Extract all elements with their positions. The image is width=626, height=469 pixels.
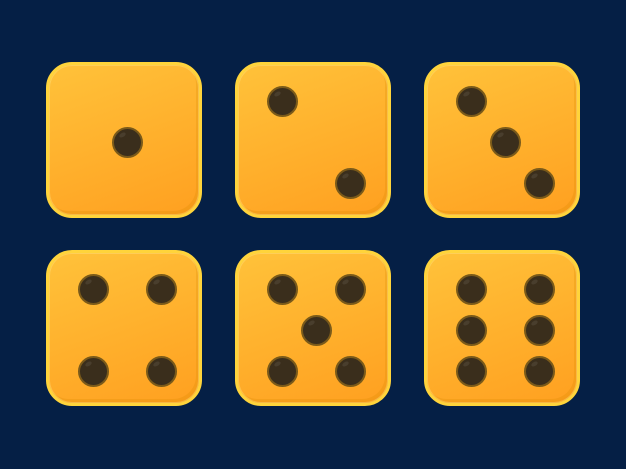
pip bbox=[111, 126, 143, 158]
pip bbox=[77, 355, 109, 387]
die-five bbox=[235, 250, 391, 406]
pip bbox=[300, 314, 332, 346]
die-four bbox=[46, 250, 202, 406]
pip bbox=[455, 355, 487, 387]
pip bbox=[523, 355, 555, 387]
die-one bbox=[46, 62, 202, 218]
pip bbox=[145, 355, 177, 387]
pip bbox=[523, 314, 555, 346]
pip bbox=[489, 126, 521, 158]
pip bbox=[77, 273, 109, 305]
pip bbox=[334, 167, 366, 199]
pip bbox=[266, 273, 298, 305]
pip bbox=[145, 273, 177, 305]
pip bbox=[266, 355, 298, 387]
die-two bbox=[235, 62, 391, 218]
pip bbox=[455, 85, 487, 117]
pip bbox=[455, 314, 487, 346]
pip bbox=[266, 85, 298, 117]
pip bbox=[334, 273, 366, 305]
die-three bbox=[424, 62, 580, 218]
pip bbox=[523, 167, 555, 199]
pip bbox=[455, 273, 487, 305]
dice-canvas bbox=[0, 0, 626, 469]
pip bbox=[334, 355, 366, 387]
pip bbox=[523, 273, 555, 305]
die-six bbox=[424, 250, 580, 406]
